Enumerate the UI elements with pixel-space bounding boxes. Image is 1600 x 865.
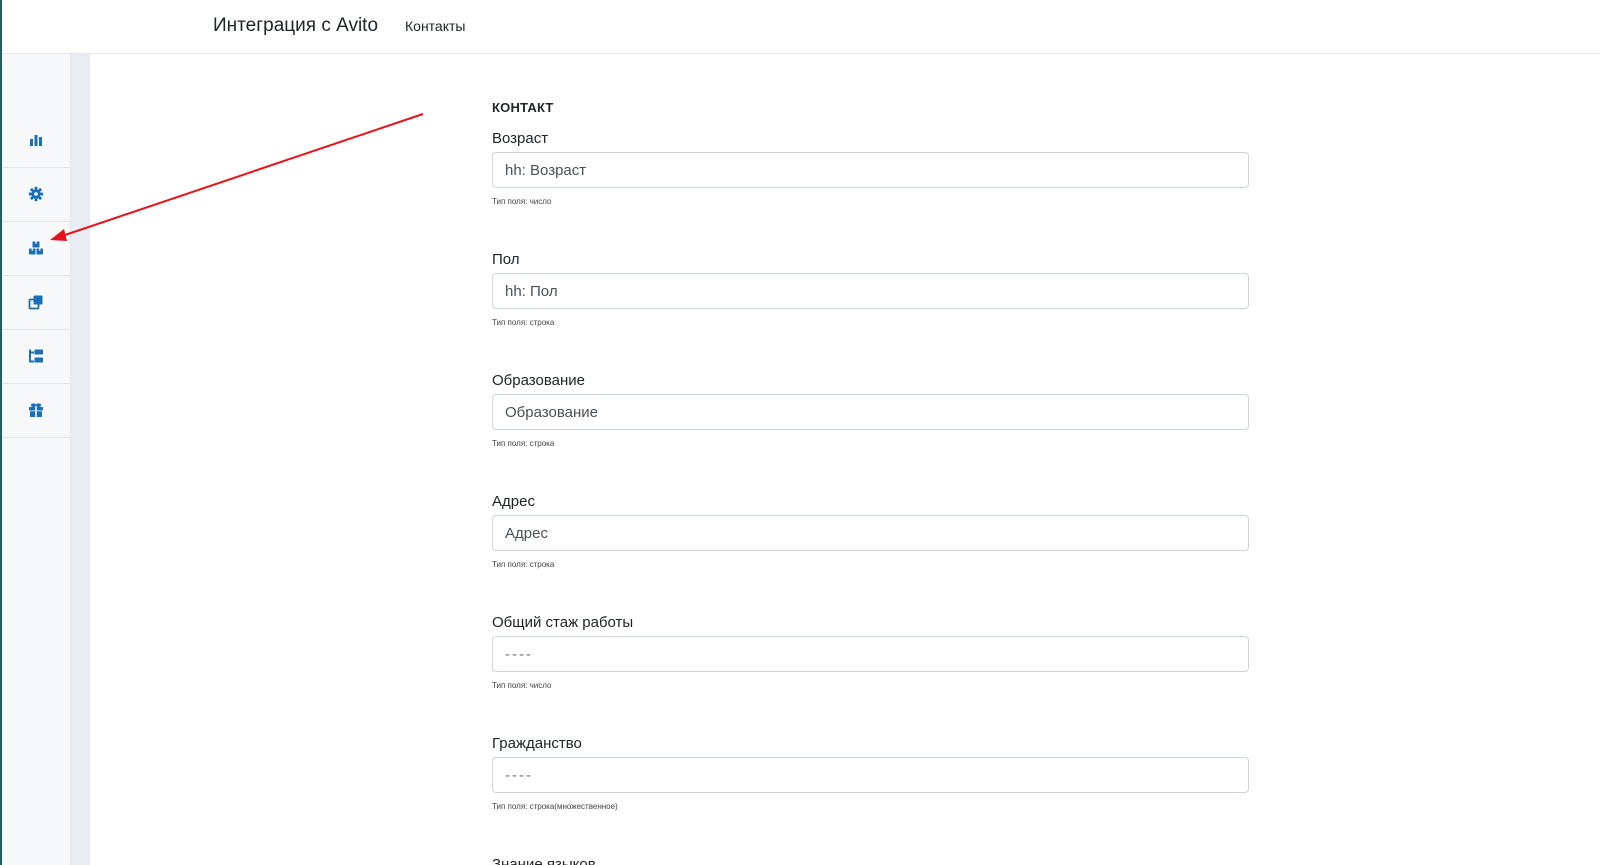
field-type-hint: Тип поля: число bbox=[492, 681, 552, 690]
field-label: Возраст bbox=[492, 130, 549, 147]
field-type-hint: Тип поля: строка bbox=[492, 439, 555, 448]
sidebar-item-windows[interactable] bbox=[2, 275, 70, 330]
sidebar bbox=[2, 54, 71, 865]
address-input[interactable] bbox=[492, 515, 1249, 551]
gift-icon bbox=[29, 403, 43, 417]
field-label: Пол bbox=[492, 251, 520, 268]
education-input[interactable] bbox=[492, 394, 1249, 430]
field-citizenship: Гражданство Тип поля: строка(множественн… bbox=[492, 735, 1250, 812]
field-label: Адрес bbox=[492, 493, 535, 510]
citizenship-select[interactable] bbox=[492, 757, 1249, 793]
brand-title[interactable]: Интеграция с Avito bbox=[213, 15, 378, 37]
sidebar-item-statistics[interactable] bbox=[2, 113, 70, 168]
field-type-hint: Тип поля: число bbox=[492, 197, 552, 206]
page: Интеграция с Avito Контакты КОНТАКТ Возр… bbox=[0, 0, 1600, 865]
field-label: Общий стаж работы bbox=[492, 614, 634, 631]
field-type-hint: Тип поля: строка(множественное) bbox=[492, 802, 618, 811]
field-label: Гражданство bbox=[492, 735, 582, 752]
nav-link-contacts[interactable]: Контакты bbox=[405, 18, 465, 34]
field-gender: Пол Тип поля: строка bbox=[492, 251, 1250, 328]
gender-input[interactable] bbox=[492, 273, 1249, 309]
field-education: Образование Тип поля: строка bbox=[492, 372, 1250, 449]
tree-icon bbox=[29, 349, 43, 363]
age-input[interactable] bbox=[492, 152, 1249, 188]
top-navbar: Интеграция с Avito Контакты bbox=[2, 0, 1600, 54]
sidebar-item-settings[interactable] bbox=[2, 167, 70, 222]
work-experience-select[interactable] bbox=[492, 636, 1249, 672]
sidebar-item-products[interactable] bbox=[2, 221, 70, 276]
section-title: КОНТАКТ bbox=[492, 100, 554, 115]
field-age: Возраст Тип поля: число bbox=[492, 130, 1250, 207]
field-type-hint: Тип поля: строка bbox=[492, 560, 555, 569]
field-languages: Знание языков bbox=[492, 856, 1250, 865]
gear-icon bbox=[28, 186, 44, 202]
field-address: Адрес Тип поля: строка bbox=[492, 493, 1250, 570]
sidebar-item-gifts[interactable] bbox=[2, 383, 70, 438]
field-type-hint: Тип поля: строка bbox=[492, 318, 555, 327]
boxes-icon bbox=[29, 241, 43, 255]
sidebar-item-structure[interactable] bbox=[2, 329, 70, 384]
field-label: Знание языков bbox=[492, 856, 596, 865]
bar-chart-icon bbox=[30, 135, 42, 146]
field-label: Образование bbox=[492, 372, 585, 389]
sidebar-gutter bbox=[71, 54, 90, 865]
field-work-experience: Общий стаж работы Тип поля: число bbox=[492, 614, 1250, 691]
clone-icon bbox=[28, 295, 43, 310]
